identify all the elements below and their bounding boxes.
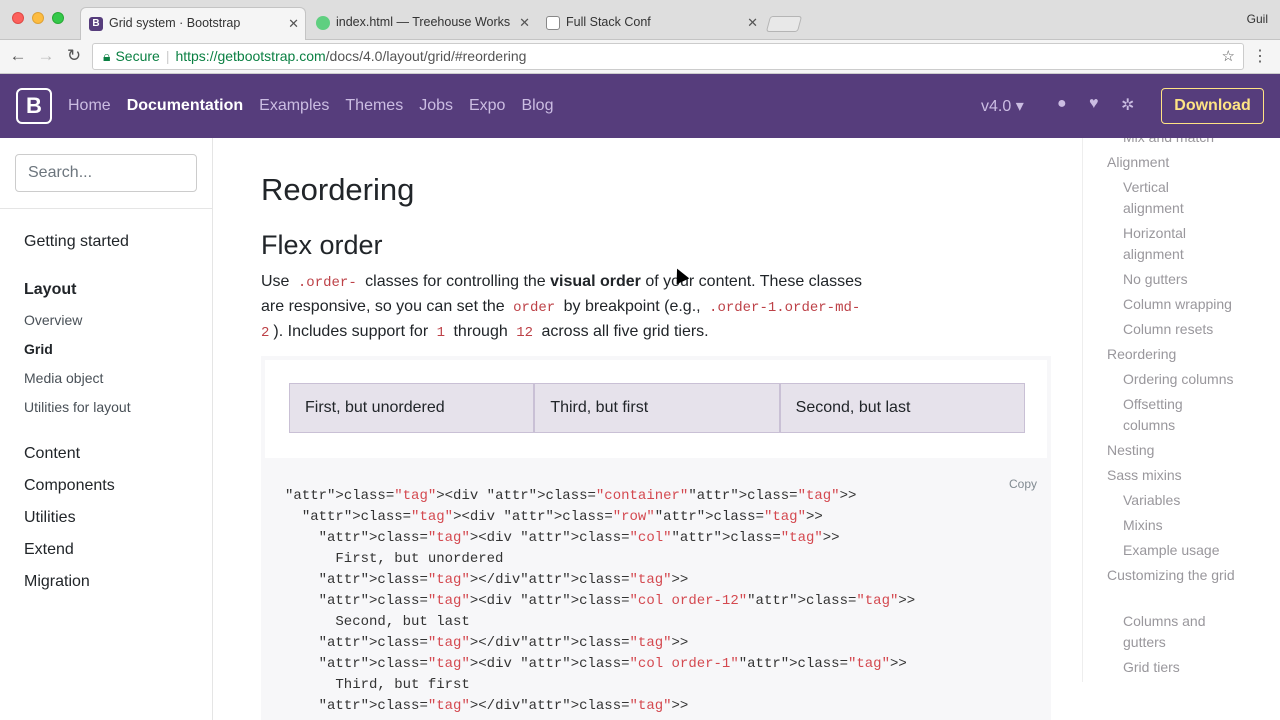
tab-title: Grid system · Bootstrap bbox=[109, 16, 241, 30]
section-description: Use .order- classes for controlling the … bbox=[261, 273, 863, 341]
minimize-window-button[interactable] bbox=[32, 12, 44, 24]
browser-tab-bar: B Grid system · Bootstrap ✕ index.html —… bbox=[0, 0, 1280, 40]
example-preview: First, but unordered Third, but first Se… bbox=[261, 356, 1051, 458]
tab-title: index.html — Treehouse Works bbox=[336, 15, 511, 29]
code-line: "attr">class="tag"><div "attr">class="co… bbox=[285, 488, 857, 504]
sidebar-item-extend[interactable]: Extend bbox=[24, 541, 74, 559]
sidebar-item-overview[interactable]: Overview bbox=[24, 312, 82, 328]
tab-full-stack-conf[interactable]: Full Stack Conf ✕ bbox=[538, 7, 764, 40]
sidebar-item-content[interactable]: Content bbox=[24, 445, 80, 463]
code-line: "attr">class="tag"><div "attr">class="co… bbox=[318, 530, 840, 546]
toc-item[interactable]: Alignment bbox=[1107, 152, 1237, 173]
code-line: First, but unordered bbox=[285, 551, 504, 567]
profile-name[interactable]: Guil bbox=[1247, 12, 1268, 26]
close-window-button[interactable] bbox=[12, 12, 24, 24]
forward-arrow-icon[interactable]: → bbox=[36, 46, 56, 66]
nav-expo[interactable]: Expo bbox=[469, 97, 505, 115]
toc-item[interactable]: Ordering columns bbox=[1123, 369, 1253, 390]
nav-home[interactable]: Home bbox=[68, 97, 111, 115]
code-line: "attr">class="tag"></div"attr">class="ta… bbox=[318, 635, 689, 651]
toc-item[interactable]: Variables bbox=[1123, 490, 1253, 511]
table-of-contents: Mix and match Alignment Vertical alignme… bbox=[1082, 138, 1280, 682]
toc-item[interactable]: Mix and match bbox=[1123, 138, 1253, 148]
slack-icon[interactable]: ✲ bbox=[1121, 95, 1134, 115]
close-tab-icon[interactable]: ✕ bbox=[519, 7, 530, 38]
docs-sidebar: Search... Getting started Layout Overvie… bbox=[0, 138, 213, 720]
bootstrap-logo[interactable]: B bbox=[16, 88, 52, 124]
code-line: "attr">class="tag"><div "attr">class="co… bbox=[318, 656, 907, 672]
code-line: "attr">class="tag"><div "attr">class="co… bbox=[318, 593, 916, 609]
section-title: Flex order bbox=[261, 230, 383, 260]
page-favicon-icon bbox=[546, 16, 560, 30]
code-line: "attr">class="tag"></div"attr">class="ta… bbox=[318, 698, 689, 714]
copy-button[interactable]: Copy bbox=[1009, 474, 1037, 495]
nav-jobs[interactable]: Jobs bbox=[419, 97, 453, 115]
download-button[interactable]: Download bbox=[1161, 88, 1264, 124]
toc-item[interactable]: Horizontal alignment bbox=[1123, 223, 1203, 265]
url-input[interactable]: 🔒︎ Secure | https://getbootstrap.com/docs/4… bbox=[92, 43, 1244, 70]
sidebar-item-utilities[interactable]: Utilities bbox=[24, 509, 76, 527]
toc-item[interactable]: Customizing the grid bbox=[1107, 565, 1237, 586]
grid-col-second: Second, but last bbox=[779, 383, 1025, 433]
code-lines: "attr">class="tag"><div "attr">class="co… bbox=[285, 486, 1027, 717]
code-line: Second, but last bbox=[285, 614, 470, 630]
lock-icon: 🔒︎ bbox=[103, 48, 111, 64]
url-host: https://getbootstrap.com bbox=[175, 48, 326, 64]
reload-icon[interactable]: ↻ bbox=[64, 46, 84, 66]
nav-links: Home Documentation Examples Themes Jobs … bbox=[68, 74, 569, 138]
toc-item[interactable]: Column resets bbox=[1123, 319, 1253, 340]
close-tab-icon[interactable]: ✕ bbox=[747, 7, 758, 38]
code-line: Third, but first bbox=[285, 677, 470, 693]
toc-item[interactable]: Columns and gutters bbox=[1123, 611, 1223, 653]
toc-item[interactable]: Sass mixins bbox=[1107, 465, 1237, 486]
grid-col-third: Third, but first bbox=[534, 383, 780, 433]
treehouse-favicon-icon bbox=[316, 16, 330, 30]
sidebar-item-getting-started[interactable]: Getting started bbox=[24, 233, 129, 251]
secure-label: Secure bbox=[115, 48, 160, 64]
nav-documentation[interactable]: Documentation bbox=[127, 97, 243, 115]
tab-treehouse[interactable]: index.html — Treehouse Works ✕ bbox=[308, 7, 536, 40]
maximize-window-button[interactable] bbox=[52, 12, 64, 24]
sidebar-item-layout[interactable]: Layout bbox=[24, 281, 76, 299]
address-bar-row: ← → ↻ 🔒︎ Secure | https://getbootstrap.com/… bbox=[0, 40, 1280, 74]
version-dropdown[interactable]: v4.0 ▾ bbox=[981, 96, 1024, 116]
grid-row: First, but unordered Third, but first Se… bbox=[289, 383, 1025, 433]
grid-col-first: First, but unordered bbox=[289, 383, 535, 433]
toc-item[interactable]: Offsetting columns bbox=[1123, 394, 1203, 436]
toc-item[interactable]: Mixins bbox=[1123, 515, 1253, 536]
toc-item[interactable]: No gutters bbox=[1123, 269, 1253, 290]
main-content: Reordering Flex order Use .order- classe… bbox=[213, 138, 1082, 720]
sidebar-item-utilities-layout[interactable]: Utilities for layout bbox=[24, 399, 131, 415]
sidebar-item-migration[interactable]: Migration bbox=[24, 573, 90, 591]
toc-item[interactable]: Vertical alignment bbox=[1123, 177, 1203, 219]
back-arrow-icon[interactable]: ← bbox=[8, 46, 28, 66]
tab-grid-system[interactable]: B Grid system · Bootstrap ✕ bbox=[80, 7, 306, 40]
sidebar-item-media-object[interactable]: Media object bbox=[24, 370, 103, 386]
nav-examples[interactable]: Examples bbox=[259, 97, 329, 115]
close-tab-icon[interactable]: ✕ bbox=[288, 8, 299, 39]
github-icon[interactable]: ● bbox=[1057, 95, 1067, 113]
code-line: "attr">class="tag"><div "attr">class="ro… bbox=[301, 509, 823, 525]
nav-blog[interactable]: Blog bbox=[521, 97, 553, 115]
site-navbar: B Home Documentation Examples Themes Job… bbox=[0, 74, 1280, 138]
tab-title: Full Stack Conf bbox=[566, 15, 651, 29]
code-line: "attr">class="tag"></div"attr">class="ta… bbox=[318, 572, 689, 588]
toc-item[interactable]: Nesting bbox=[1107, 440, 1237, 461]
toc-item[interactable]: Column wrapping bbox=[1123, 294, 1263, 315]
browser-menu-icon[interactable]: ⋮ bbox=[1252, 46, 1268, 66]
new-tab-button[interactable] bbox=[765, 16, 803, 32]
toc-item[interactable]: Example usage bbox=[1123, 540, 1253, 561]
toc-item[interactable]: Reordering bbox=[1107, 344, 1237, 365]
code-example: Copy "attr">class="tag"><div "attr">clas… bbox=[261, 458, 1051, 720]
page-title: Reordering bbox=[261, 172, 415, 207]
bootstrap-favicon-icon: B bbox=[89, 17, 103, 31]
toc-item[interactable]: Grid tiers bbox=[1123, 657, 1253, 678]
sidebar-item-components[interactable]: Components bbox=[24, 477, 115, 495]
sidebar-item-grid[interactable]: Grid bbox=[24, 341, 53, 357]
search-input[interactable]: Search... bbox=[15, 154, 197, 192]
url-path: /docs/4.0/layout/grid/#reordering bbox=[325, 48, 527, 64]
twitter-icon[interactable]: ♥ bbox=[1089, 95, 1099, 113]
nav-themes[interactable]: Themes bbox=[345, 97, 403, 115]
bookmark-star-icon[interactable]: ☆ bbox=[1222, 44, 1235, 69]
